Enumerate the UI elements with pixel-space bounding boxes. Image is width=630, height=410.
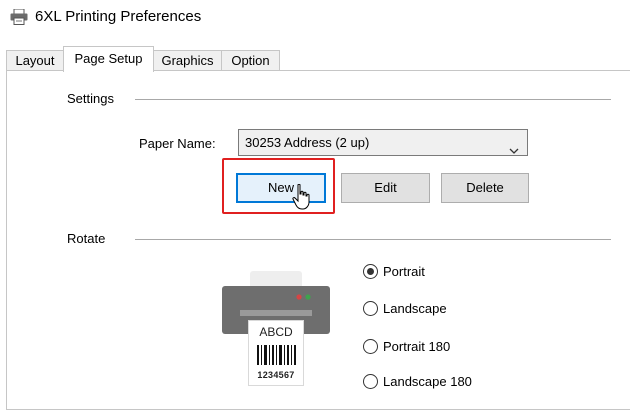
rotate-divider (135, 239, 611, 240)
tab-layout[interactable]: Layout (6, 50, 64, 70)
delete-button[interactable]: Delete (441, 173, 529, 203)
edit-button[interactable]: Edit (341, 173, 430, 203)
new-button[interactable]: New (236, 173, 326, 203)
title-bar: 6XL Printing Preferences (0, 0, 630, 36)
settings-group-label: Settings (67, 91, 114, 106)
mouse-cursor-icon (292, 183, 312, 210)
tab-page-setup[interactable]: Page Setup (63, 46, 154, 72)
printer-preview: ABCD 1234567 (220, 268, 335, 388)
paper-name-dropdown[interactable]: 30253 Address (2 up) (238, 129, 528, 156)
label-preview-number: 1234567 (257, 370, 295, 380)
chevron-down-icon[interactable] (509, 138, 519, 154)
radio-landscape-180-label: Landscape 180 (383, 374, 472, 389)
label-preview-text: ABCD (259, 325, 293, 339)
radio-selected-dot (367, 268, 374, 275)
radio-portrait-label: Portrait (383, 264, 425, 279)
barcode-icon (257, 345, 296, 365)
window-title: 6XL Printing Preferences (35, 8, 202, 25)
tab-graphics[interactable]: Graphics (153, 50, 222, 70)
radio-landscape-label: Landscape (383, 301, 447, 316)
radio-landscape-180-circle[interactable] (363, 374, 378, 389)
settings-divider (135, 99, 611, 100)
radio-portrait-180-label: Portrait 180 (383, 339, 451, 354)
label-preview: ABCD 1234567 (248, 320, 304, 386)
paper-name-label: Paper Name: (139, 136, 216, 151)
radio-portrait-circle[interactable] (363, 264, 378, 279)
radio-landscape-circle[interactable] (363, 301, 378, 316)
radio-portrait-180-circle[interactable] (363, 339, 378, 354)
printer-icon (10, 8, 28, 25)
tab-option[interactable]: Option (221, 50, 280, 70)
rotate-group-label: Rotate (67, 231, 106, 246)
paper-name-value: 30253 Address (2 up) (245, 135, 370, 150)
